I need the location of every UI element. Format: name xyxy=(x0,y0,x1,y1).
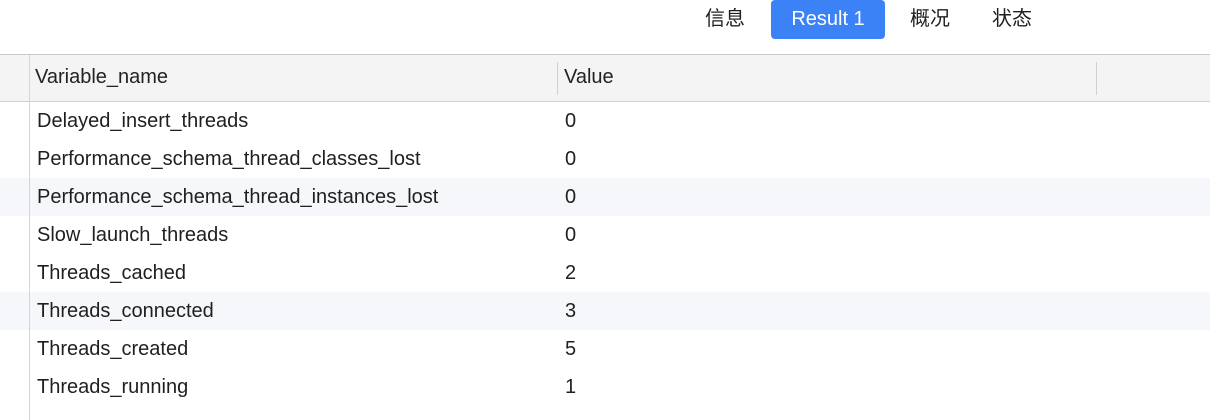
table-row[interactable]: Threads_running 1 xyxy=(0,368,1210,406)
cell-variable-name[interactable]: Threads_running xyxy=(37,368,188,406)
table-row[interactable]: Delayed_insert_threads 0 xyxy=(0,102,1210,140)
table-row[interactable]: Performance_schema_thread_classes_lost 0 xyxy=(0,140,1210,178)
grid-header: Variable_name Value xyxy=(0,55,1210,102)
cell-value[interactable]: 0 xyxy=(565,216,576,254)
tab-info[interactable]: 信息 xyxy=(692,0,758,39)
cell-variable-name[interactable]: Slow_launch_threads xyxy=(37,216,228,254)
cell-value[interactable]: 2 xyxy=(565,254,576,292)
table-row[interactable]: Threads_cached 2 xyxy=(0,254,1210,292)
cell-value[interactable]: 0 xyxy=(565,178,576,216)
table-row[interactable]: Performance_schema_thread_instances_lost… xyxy=(0,178,1210,216)
table-row[interactable]: Threads_connected 3 xyxy=(0,292,1210,330)
tab-result-1[interactable]: Result 1 xyxy=(771,0,885,39)
cell-variable-name[interactable]: Threads_connected xyxy=(37,292,214,330)
cell-variable-name[interactable]: Performance_schema_thread_instances_lost xyxy=(37,178,438,216)
table-row[interactable]: Threads_created 5 xyxy=(0,330,1210,368)
column-divider[interactable] xyxy=(557,62,558,95)
cell-value[interactable]: 3 xyxy=(565,292,576,330)
cell-variable-name[interactable]: Threads_created xyxy=(37,330,188,368)
cell-value[interactable]: 5 xyxy=(565,330,576,368)
cell-variable-name[interactable]: Delayed_insert_threads xyxy=(37,102,248,140)
cell-value[interactable]: 1 xyxy=(565,368,576,406)
cell-value[interactable]: 0 xyxy=(565,140,576,178)
column-divider[interactable] xyxy=(1096,62,1097,95)
result-grid: Variable_name Value Delayed_insert_threa… xyxy=(0,55,1210,420)
table-row[interactable]: Slow_launch_threads 0 xyxy=(0,216,1210,254)
row-gutter xyxy=(0,55,30,420)
cell-variable-name[interactable]: Threads_cached xyxy=(37,254,186,292)
column-header-variable-name[interactable]: Variable_name xyxy=(35,55,555,101)
column-header-value[interactable]: Value xyxy=(564,55,1094,101)
cell-variable-name[interactable]: Performance_schema_thread_classes_lost xyxy=(37,140,421,178)
cell-value[interactable]: 0 xyxy=(565,102,576,140)
grid-body: Delayed_insert_threads 0 Performance_sch… xyxy=(0,102,1210,406)
tab-bar: 信息 Result 1 概况 状态 xyxy=(0,0,1210,55)
tab-overview[interactable]: 概况 xyxy=(897,0,963,39)
tab-status[interactable]: 状态 xyxy=(979,0,1045,39)
